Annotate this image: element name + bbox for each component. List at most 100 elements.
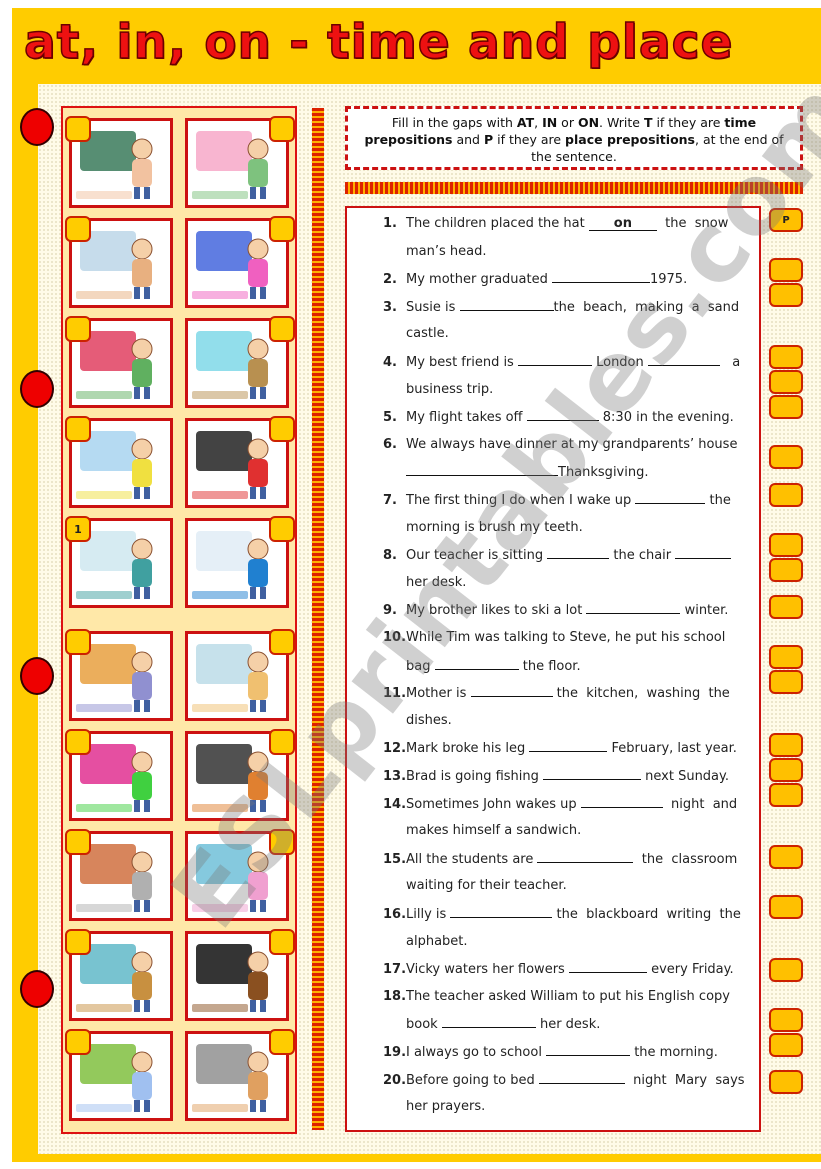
- answer-gap[interactable]: [586, 600, 681, 615]
- sentence-text: the snow: [656, 216, 729, 231]
- picture-number-box[interactable]: [269, 516, 295, 542]
- picture-number-box[interactable]: [65, 416, 91, 442]
- picture-number-box[interactable]: [269, 929, 295, 955]
- tp-answer-box[interactable]: [769, 1008, 803, 1032]
- answer-gap[interactable]: [517, 352, 592, 366]
- answer-gap[interactable]: [635, 490, 706, 504]
- tp-answer-box[interactable]: [769, 895, 803, 919]
- sentence-text: We always have dinner at my grandparents…: [406, 436, 738, 452]
- sentence-18: 18.The teacher asked William to put his …: [383, 987, 749, 1007]
- sentence-19: 19.I always go to school the morning.: [383, 1042, 749, 1062]
- answer-gap[interactable]: [529, 738, 608, 753]
- tp-answer-box[interactable]: [769, 758, 803, 782]
- sentence-20: 20.Before going to bed night Mary says: [383, 1070, 749, 1090]
- tp-answer-box[interactable]: [769, 783, 803, 807]
- answer-gap[interactable]: [450, 904, 553, 918]
- vertical-divider: [312, 108, 324, 1130]
- picture-number-box[interactable]: 1: [65, 516, 91, 542]
- sentence-number: 15.: [383, 851, 407, 867]
- answer-gap[interactable]: [546, 1042, 631, 1056]
- answer-gap[interactable]: [538, 1070, 625, 1084]
- answer-gap[interactable]: [537, 849, 634, 863]
- picture-number-box[interactable]: [269, 316, 295, 342]
- tp-answer-box[interactable]: [769, 733, 803, 757]
- sentence-text: Before going to bed: [406, 1072, 539, 1088]
- picture-number-box[interactable]: [65, 216, 91, 242]
- answer-gap[interactable]: [459, 297, 554, 311]
- picture-number-box[interactable]: [65, 629, 91, 655]
- sentence-12: 12.Mark broke his leg February, last yea…: [383, 738, 749, 758]
- picture-number-box[interactable]: [269, 729, 295, 755]
- answer-gap[interactable]: [543, 766, 642, 780]
- sentence-text: the classroom: [633, 851, 738, 867]
- sentence-text: her desk.: [535, 1017, 601, 1033]
- sentence-number: 13.: [383, 769, 407, 784]
- sentence-text: I always go to school: [406, 1045, 547, 1060]
- tp-answer-box[interactable]: [769, 1070, 803, 1094]
- answer-gap[interactable]: [406, 462, 558, 477]
- answer-gap[interactable]: [647, 352, 720, 366]
- picture-number-box[interactable]: [269, 829, 295, 855]
- tp-answer-box[interactable]: P: [769, 208, 803, 232]
- sentence-text: While Tim was talking to Steve, he put h…: [406, 630, 726, 645]
- tp-answer-box[interactable]: [769, 533, 803, 557]
- picture-number-box[interactable]: [65, 1029, 91, 1055]
- binder-hole-icon: [20, 657, 54, 695]
- answer-gap[interactable]: [441, 1014, 536, 1029]
- tp-answer-box[interactable]: [769, 395, 803, 419]
- sentence-text: The teacher asked William to put his Eng…: [406, 988, 730, 1004]
- sentence-number: 9.: [383, 603, 397, 619]
- sentence-text: Lilly is: [406, 907, 451, 922]
- answer-gap[interactable]: on: [588, 217, 657, 231]
- tp-answer-box[interactable]: [769, 283, 803, 307]
- tp-answer-box[interactable]: [769, 670, 803, 694]
- picture-number-box[interactable]: [65, 316, 91, 342]
- picture-number-box[interactable]: [269, 216, 295, 242]
- tp-answer-box[interactable]: [769, 1033, 803, 1057]
- exercise-box: 1. The children placed the hat on the sno…: [345, 206, 761, 1132]
- answer-gap[interactable]: [675, 545, 732, 560]
- answer-gap[interactable]: [547, 545, 610, 560]
- tp-answer-box[interactable]: [769, 483, 803, 507]
- sentence-text: the blackboard writing the: [552, 907, 741, 922]
- tp-answer-box[interactable]: [769, 345, 803, 369]
- picture-number-box[interactable]: [269, 629, 295, 655]
- sentence-9: 9. My brother likes to ski a lot winter.: [383, 600, 749, 620]
- tp-answer-box[interactable]: [769, 558, 803, 582]
- picture-number-box[interactable]: [65, 829, 91, 855]
- answer-gap[interactable]: [470, 683, 553, 698]
- instr-place: place prepositions: [565, 132, 695, 147]
- tp-answer-box[interactable]: [769, 958, 803, 982]
- sentence-16: 16.Lilly is the blackboard writing the: [383, 904, 749, 924]
- picture-number-box[interactable]: [269, 116, 295, 142]
- sentence-text: every Friday.: [646, 962, 734, 978]
- tp-answer-box[interactable]: [769, 258, 803, 282]
- sentence-2: 2. My mother graduated 1975.: [383, 269, 749, 289]
- sentence-1: 1. The children placed the hat on the sno…: [383, 214, 749, 234]
- sentence-6-continued: Thanksgiving.: [406, 462, 749, 482]
- sentence-text: book: [406, 1017, 442, 1033]
- sentence-text: Brad is going fishing: [406, 769, 544, 784]
- sentence-text: My mother graduated: [406, 272, 552, 288]
- picture-number-box[interactable]: [65, 929, 91, 955]
- sentence-text: alphabet.: [406, 933, 468, 949]
- instr-p: P: [483, 132, 494, 147]
- answer-gap[interactable]: [580, 794, 663, 808]
- sentence-text: business trip.: [406, 381, 494, 397]
- sentence-text: next Sunday.: [641, 769, 730, 784]
- answer-gap[interactable]: [434, 656, 519, 670]
- tp-answer-box[interactable]: [769, 845, 803, 869]
- sentence-number: 18.: [383, 988, 407, 1004]
- answer-gap[interactable]: [551, 269, 650, 284]
- picture-number-box[interactable]: [65, 729, 91, 755]
- answer-gap[interactable]: [568, 959, 647, 974]
- sentence-8: 8. Our teacher is sitting the chair: [383, 545, 749, 565]
- picture-number-box[interactable]: [269, 1029, 295, 1055]
- tp-answer-box[interactable]: [769, 645, 803, 669]
- tp-answer-box[interactable]: [769, 370, 803, 394]
- picture-number-box[interactable]: [65, 116, 91, 142]
- tp-answer-box[interactable]: [769, 445, 803, 469]
- tp-answer-box[interactable]: [769, 595, 803, 619]
- answer-gap[interactable]: [526, 407, 599, 422]
- picture-number-box[interactable]: [269, 416, 295, 442]
